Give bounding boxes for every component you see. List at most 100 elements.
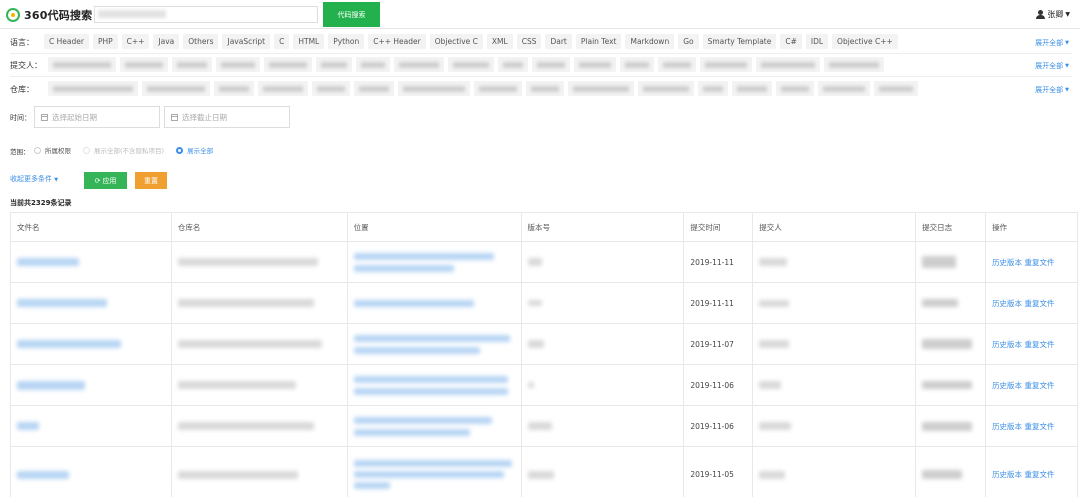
repo-chip[interactable] [214, 81, 254, 96]
repo-chip[interactable] [568, 81, 634, 96]
language-chip[interactable]: Objective C++ [832, 34, 898, 49]
repo-chip[interactable] [638, 81, 694, 96]
operations-cell[interactable]: 历史版本 重复文件 [986, 447, 1078, 497]
repo-chip[interactable] [398, 81, 470, 96]
submitter-cell [753, 447, 917, 497]
file-name-cell[interactable] [11, 324, 172, 364]
language-chip[interactable]: Java [153, 34, 180, 49]
history-duplicate-links[interactable]: 历史版本 重复文件 [992, 421, 1054, 432]
submitter-chip[interactable] [532, 57, 570, 72]
repo-chip[interactable] [142, 81, 210, 96]
location-cell[interactable] [348, 324, 522, 364]
reset-button[interactable]: 重置 [135, 172, 167, 189]
file-name-cell[interactable] [11, 283, 172, 323]
language-chip[interactable]: C++ [121, 34, 150, 49]
file-name-cell[interactable] [11, 406, 172, 446]
submitter-chips [48, 57, 884, 72]
language-chip[interactable]: Smarty Template [702, 34, 777, 49]
language-chip[interactable]: IDL [805, 34, 829, 49]
commit-log-cell [916, 242, 987, 282]
repo-chip[interactable] [732, 81, 772, 96]
repo-chip[interactable] [818, 81, 870, 96]
language-chip[interactable]: Go [678, 34, 699, 49]
submitter-chip[interactable] [316, 57, 352, 72]
repo-name-cell [172, 447, 348, 497]
language-expand-link[interactable]: 展开全部 ▼ [1035, 38, 1069, 48]
location-cell[interactable] [348, 242, 522, 282]
submitter-expand-link[interactable]: 展开全部 ▼ [1035, 61, 1069, 71]
end-date-input[interactable]: 选择截止日期 [164, 106, 290, 128]
submitter-chip[interactable] [448, 57, 494, 72]
language-chip[interactable]: Dart [545, 34, 572, 49]
location-cell[interactable] [348, 406, 522, 446]
history-duplicate-links[interactable]: 历史版本 重复文件 [992, 380, 1054, 391]
submitter-chip[interactable] [172, 57, 212, 72]
location-cell[interactable] [348, 447, 522, 497]
language-chip[interactable]: Plain Text [575, 34, 622, 49]
repo-expand-link[interactable]: 展开全部 ▼ [1035, 85, 1069, 95]
language-chip[interactable]: C# [780, 34, 802, 49]
apply-button[interactable]: ⟳ 应用 [84, 172, 127, 189]
language-chip[interactable]: Others [183, 34, 219, 49]
file-name-cell[interactable] [11, 447, 172, 497]
collapse-more-link[interactable]: 收起更多条件 ▼ [10, 174, 58, 184]
history-duplicate-links[interactable]: 历史版本 重复文件 [992, 339, 1054, 350]
submitter-chip[interactable] [216, 57, 260, 72]
scope-radio-all-no-private[interactable]: 展示全部(不含隐私项目) [83, 145, 164, 155]
submitter-chip[interactable] [48, 57, 116, 72]
operations-cell[interactable]: 历史版本 重复文件 [986, 324, 1078, 364]
language-chip[interactable]: Objective C [429, 34, 483, 49]
submitter-chip[interactable] [356, 57, 390, 72]
operations-cell[interactable]: 历史版本 重复文件 [986, 283, 1078, 323]
submitter-chip[interactable] [620, 57, 654, 72]
start-date-input[interactable]: 选择起始日期 [34, 106, 160, 128]
submitter-chip[interactable] [756, 57, 820, 72]
submitter-chip[interactable] [700, 57, 752, 72]
chevron-down-icon: ▼ [1065, 40, 1069, 46]
file-name-cell[interactable] [11, 365, 172, 405]
repo-chip[interactable] [874, 81, 918, 96]
search-query-redacted [98, 10, 166, 18]
language-chip[interactable]: HTML [293, 34, 325, 49]
language-chip[interactable]: C Header [44, 34, 89, 49]
submitter-chip[interactable] [394, 57, 444, 72]
user-menu[interactable]: 张卿 ▼ [1036, 9, 1070, 20]
language-chip[interactable]: C [274, 34, 290, 49]
submitter-chip[interactable] [824, 57, 884, 72]
logo[interactable]: 360代码搜索 [6, 7, 92, 23]
repo-chip[interactable] [474, 81, 522, 96]
repo-chip[interactable] [354, 81, 394, 96]
repo-chip[interactable] [258, 81, 308, 96]
submitter-cell [753, 365, 917, 405]
language-chip[interactable]: PHP [92, 34, 118, 49]
submitter-chip[interactable] [264, 57, 312, 72]
history-duplicate-links[interactable]: 历史版本 重复文件 [992, 257, 1054, 268]
submitter-chip[interactable] [120, 57, 168, 72]
scope-radio-permission[interactable]: 所属权限 [34, 145, 71, 155]
submitter-chip[interactable] [574, 57, 616, 72]
file-name-cell[interactable] [11, 242, 172, 282]
repo-chip[interactable] [526, 81, 564, 96]
repo-chip[interactable] [312, 81, 350, 96]
search-button[interactable]: 代码搜索 [323, 2, 380, 27]
language-chip[interactable]: Markdown [625, 34, 675, 49]
history-duplicate-links[interactable]: 历史版本 重复文件 [992, 469, 1054, 480]
language-chip[interactable]: CSS [516, 34, 542, 49]
history-duplicate-links[interactable]: 历史版本 重复文件 [992, 298, 1054, 309]
repo-chip[interactable] [776, 81, 814, 96]
submitter-chip[interactable] [498, 57, 528, 72]
operations-cell[interactable]: 历史版本 重复文件 [986, 406, 1078, 446]
language-chip[interactable]: Python [328, 34, 365, 49]
scope-radio-all[interactable]: 展示全部 [176, 145, 213, 155]
submitter-chip[interactable] [658, 57, 696, 72]
language-chip[interactable]: JavaScript [222, 34, 271, 49]
commit-log-cell [916, 406, 987, 446]
location-cell[interactable] [348, 283, 522, 323]
repo-chip[interactable] [48, 81, 138, 96]
operations-cell[interactable]: 历史版本 重复文件 [986, 242, 1078, 282]
language-chip[interactable]: C++ Header [368, 34, 426, 49]
language-chip[interactable]: XML [486, 34, 513, 49]
operations-cell[interactable]: 历史版本 重复文件 [986, 365, 1078, 405]
location-cell[interactable] [348, 365, 522, 405]
repo-chip[interactable] [698, 81, 728, 96]
